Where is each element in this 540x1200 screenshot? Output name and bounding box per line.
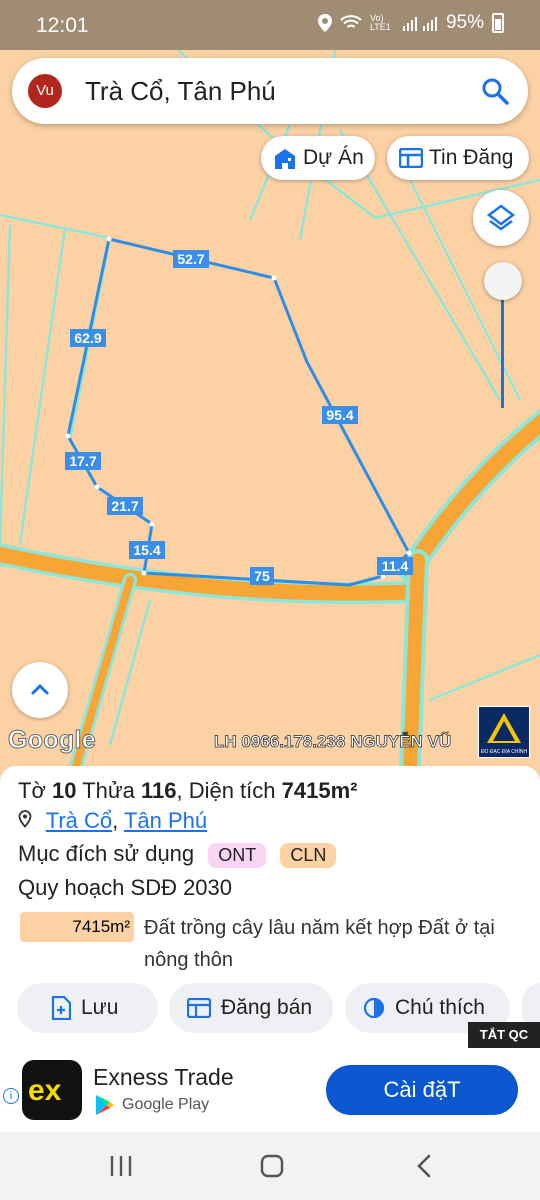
segment-label: 15.4 [133,542,160,558]
signal-icon [402,17,437,31]
segment-label: 11.4 [382,558,409,574]
status-time: 12:01 [36,14,89,37]
layers-button[interactable] [473,190,529,246]
location-separator: , [112,808,119,833]
location-pin-icon [18,810,32,828]
search-icon[interactable] [480,76,510,106]
ad-store-name: Google Play [122,1096,210,1113]
roads [0,409,540,770]
zoom-slider-track[interactable] [501,282,504,408]
segment-label: 21.7 [111,498,138,514]
tin-dang-label: Tin Đăng [429,146,514,169]
install-button[interactable]: Cài đặT [326,1065,518,1115]
area-swatch: 7415m² [20,912,134,942]
listing-icon [187,998,211,1018]
layers-icon [486,204,516,231]
du-an-label: Dự Án [303,146,364,169]
purpose-label: Mục đích sử dụng [18,841,195,866]
survey-logo-text: ĐO ĐẠC ĐỊA CHÍNH [481,748,528,755]
ad-app-name: Exness Trade [93,1064,234,1090]
ad-info-icon[interactable]: i [3,1088,19,1104]
segment-label: 52.7 [177,251,204,267]
land-purpose-row: Mục đích sử dụng ONT CLN [18,841,337,868]
expand-up-button[interactable] [12,662,68,718]
segment-label: 62.9 [74,330,101,346]
du-an-chip[interactable]: Dự Án [261,136,375,180]
add-file-icon [51,996,71,1020]
segment-labels: 52.7 62.9 95.4 17.7 21.7 15.4 11.4 75 [65,250,413,585]
segment-label: 17.7 [69,453,96,469]
area-value: 7415m² [281,778,358,803]
dien-tich-label: , Diện tích [176,778,276,803]
listing-icon [399,148,423,168]
back-icon[interactable] [416,1154,432,1178]
building-icon [275,149,295,169]
legend-label: Chú thích [395,996,485,1019]
status-icons: Vo) LTE1 95% [317,12,504,34]
to-label: Tờ [18,778,46,803]
post-sale-label: Đăng bán [221,996,313,1019]
parcel-location: Trà Cổ, Tân Phú [18,808,207,834]
save-button[interactable]: Lưu [17,983,158,1033]
google-logo: Google [8,726,97,755]
battery-percent: 95% [445,12,484,33]
post-sale-button[interactable]: Đăng bán [169,983,333,1033]
to-value: 10 [52,778,77,803]
close-ad-button[interactable]: TẮT QC [468,1022,540,1048]
system-nav-bar [0,1132,540,1200]
legend-icon [363,997,385,1019]
contact-watermark: LH 0966.178.238 NGUYỄN VŨ [214,732,452,752]
search-bar[interactable]: Vu Trà Cổ, Tân Phú [12,58,528,124]
thua-value: 116 [140,778,177,803]
ad-banner[interactable]: i ex Exness Trade Google Play Cài đặT [0,1048,540,1132]
segment-label: 75 [254,568,270,584]
home-icon[interactable] [260,1154,284,1178]
survey-logo: ĐO ĐẠC ĐỊA CHÍNH [478,706,530,758]
area-description: Đất trồng cây lâu năm kết hợp Đất ở tại … [144,917,495,971]
app-icon: ex [22,1060,82,1120]
battery-icon [492,13,504,33]
commune-link[interactable]: Trà Cổ [46,808,112,833]
google-play-icon [96,1095,114,1115]
app-icon-text: ex [28,1074,62,1107]
wifi-icon [340,15,362,28]
save-label: Lưu [81,996,119,1019]
thua-label: Thửa [82,778,135,803]
chevron-up-icon [31,683,49,695]
segment-label: 95.4 [326,407,353,423]
tin-dang-chip[interactable]: Tin Đăng [387,136,529,180]
search-query[interactable]: Trà Cổ, Tân Phú [85,76,276,107]
network-label: Vo) LTE1 [369,13,391,32]
district-link[interactable]: Tân Phú [124,808,207,833]
avatar[interactable]: Vu [28,74,62,108]
tag-ont[interactable]: ONT [208,842,267,868]
planning-label: Quy hoạch SDĐ 2030 [18,875,233,900]
status-bar: 12:01 Vo) LTE1 95% [0,0,540,50]
vertex-points [65,236,412,579]
recent-apps-icon[interactable] [109,1155,133,1177]
zoom-slider-thumb[interactable] [484,262,522,300]
location-icon [317,14,332,32]
tag-cln[interactable]: CLN [280,842,337,868]
parcel-title: Tờ 10 Thửa 116, Diện tích 7415m² [18,778,357,804]
